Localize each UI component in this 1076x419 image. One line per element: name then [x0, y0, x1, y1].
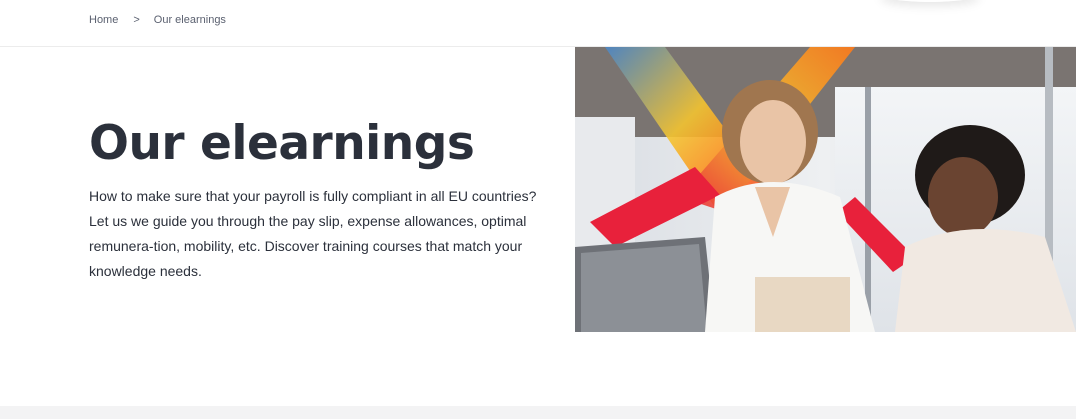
top-bar: Home > Our elearnings: [0, 0, 1076, 47]
breadcrumb-separator: >: [133, 14, 140, 26]
breadcrumb-current: Our elearnings: [153, 14, 226, 26]
breadcrumb: Home > Our elearnings: [89, 14, 226, 26]
next-section-band: [0, 406, 1076, 419]
hero-description: How to make sure that your payroll is fu…: [89, 188, 537, 279]
header-dropdown-shadow: [880, 0, 980, 2]
hero-image: [575, 47, 1076, 332]
breadcrumb-home-link[interactable]: Home: [89, 14, 118, 26]
page-title: Our elearnings: [89, 116, 475, 171]
hero-photo-illustration: [575, 47, 1076, 332]
